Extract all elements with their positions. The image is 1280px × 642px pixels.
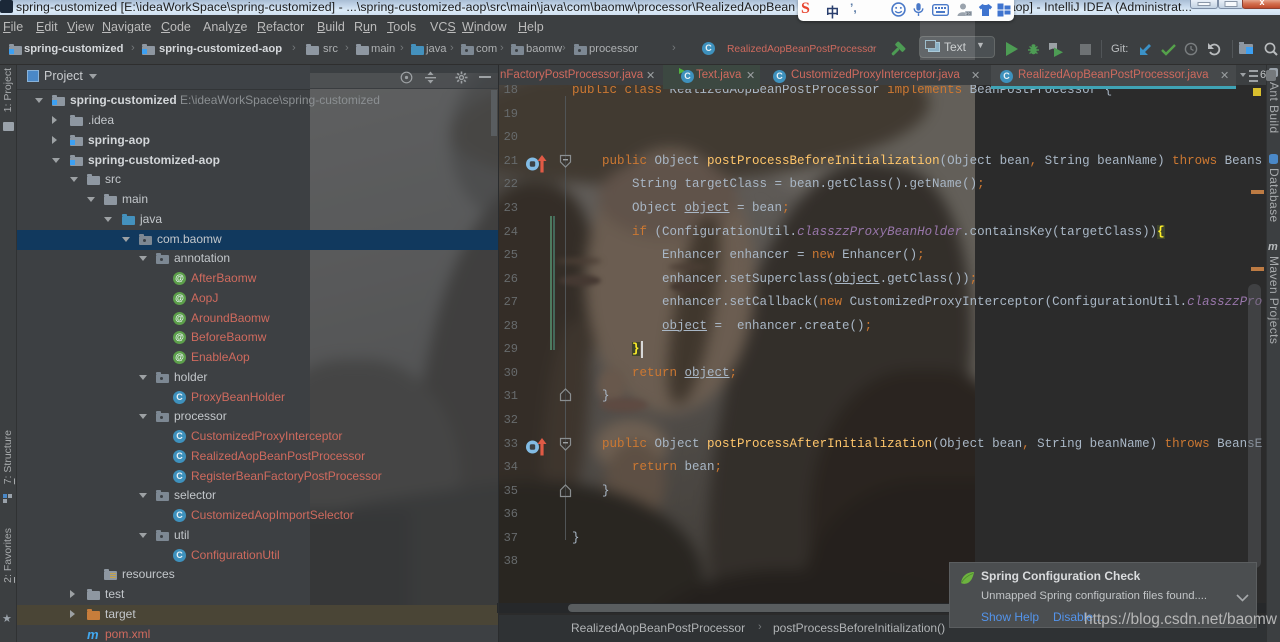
svg-text:10: 10 <box>966 11 971 16</box>
